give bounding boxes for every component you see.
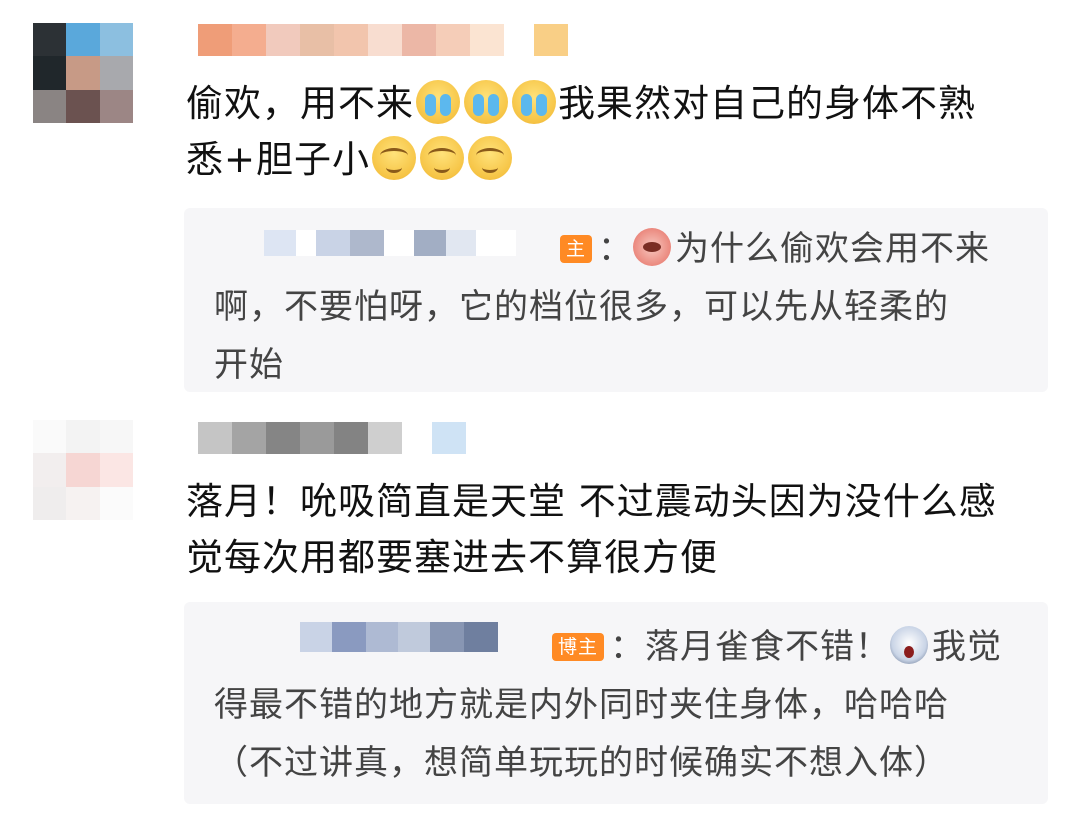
reply-text-3: （不过讲真，想简单玩玩的时候确实不想入体） — [214, 743, 949, 783]
comment-body: 落月！吮吸简直是天堂 不过震动头因为没什么感 觉每次用都要塞进去不算很方便 — [186, 474, 1056, 586]
reply-text-1: 为什么偷欢会用不来 — [675, 229, 991, 269]
dizzy-face-icon — [468, 136, 513, 180]
username-blurred[interactable] — [198, 422, 466, 454]
comment-text-2: 我果然对自己的身体不熟 — [558, 82, 976, 125]
comment-item: 偷欢，用不来 我果然对自己的身体不熟 悉+胆子小 主： 为什么偷欢会用不来 啊，不要… — [0, 0, 1080, 400]
username-blurred[interactable] — [198, 24, 568, 56]
avatar[interactable] — [33, 420, 133, 520]
reply-text-after: 我觉 — [932, 627, 1003, 667]
comment-item: 落月！吮吸简直是天堂 不过震动头因为没什么感 觉每次用都要塞进去不算很方便 博主… — [0, 400, 1080, 819]
pig-sticker-icon — [633, 228, 672, 266]
dizzy-face-icon — [372, 136, 417, 180]
dizzy-face-icon — [420, 136, 465, 180]
reply-box[interactable]: 博主 ：落月雀食不错！ 我觉 得最不错的地方就是内外同时夹住身体，哈哈哈 （不过讲真… — [184, 602, 1048, 804]
author-badge: 博主 — [552, 633, 605, 661]
crying-face-icon — [464, 80, 508, 124]
reply-text-2: 啊，不要怕呀，它的档位很多，可以先从轻柔的 — [214, 287, 949, 327]
reply-text-3: 开始 — [214, 345, 284, 385]
reply-body: 主： 为什么偷欢会用不来 啊，不要怕呀，它的档位很多，可以先从轻柔的 开始 — [214, 220, 1014, 394]
comment-text-1: 偷欢，用不来 — [186, 82, 414, 125]
comment-text-3: 悉+胆子小 — [186, 138, 371, 181]
crying-face-icon — [512, 80, 556, 124]
reply-box[interactable]: 主： 为什么偷欢会用不来 啊，不要怕呀，它的档位很多，可以先从轻柔的 开始 — [184, 208, 1048, 392]
comment-text-1: 落月！吮吸简直是天堂 不过震动头因为没什么感 — [186, 480, 997, 523]
reply-colon: ： — [610, 627, 646, 667]
reply-colon: ： — [598, 229, 634, 269]
shocked-face-sticker-icon — [890, 626, 929, 664]
crying-face-icon — [416, 80, 460, 124]
comment-text-2: 觉每次用都要塞进去不算很方便 — [186, 536, 718, 579]
reply-body: 博主 ：落月雀食不错！ 我觉 得最不错的地方就是内外同时夹住身体，哈哈哈 （不过讲真… — [214, 618, 1014, 792]
avatar[interactable] — [33, 23, 133, 123]
reply-text-before: 落月雀食不错！ — [645, 627, 891, 667]
comment-body: 偷欢，用不来 我果然对自己的身体不熟 悉+胆子小 — [186, 76, 1056, 188]
reply-text-2: 得最不错的地方就是内外同时夹住身体，哈哈哈 — [214, 685, 949, 725]
author-badge: 主 — [560, 235, 593, 263]
